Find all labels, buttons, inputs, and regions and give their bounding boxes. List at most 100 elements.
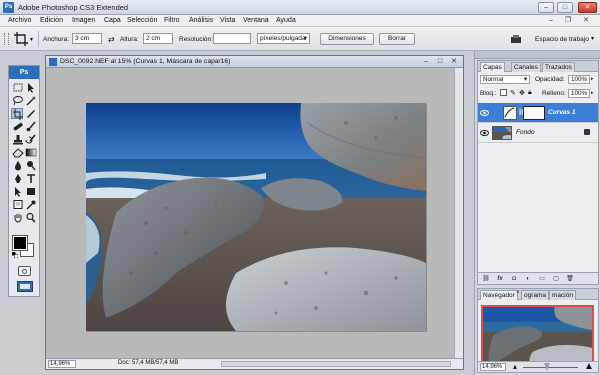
eyedropper-tool-icon[interactable]: [25, 199, 37, 210]
doc-window-close-button[interactable]: ✕: [449, 57, 459, 66]
add-mask-icon[interactable]: ◘: [510, 275, 518, 283]
menu-archivo[interactable]: Archivo: [8, 17, 31, 24]
link-layers-icon[interactable]: ⛓︎: [482, 275, 490, 283]
resolution-input[interactable]: [213, 33, 251, 44]
menu-edicion[interactable]: Edición: [40, 17, 63, 24]
move-tool-icon[interactable]: [25, 82, 37, 93]
zoom-out-icon[interactable]: ▴: [513, 362, 517, 371]
adjustment-layer-icon[interactable]: ◐: [524, 275, 532, 283]
menu-filtro[interactable]: Filtro: [164, 17, 180, 24]
fill-input[interactable]: 100%: [568, 89, 590, 98]
close-tab-icon[interactable]: ×: [516, 290, 520, 296]
dock-header[interactable]: [475, 51, 600, 59]
eraser-tool-icon[interactable]: [12, 147, 24, 158]
blend-mode-select[interactable]: Normal ▾: [480, 75, 530, 84]
foreground-color-swatch[interactable]: [12, 235, 28, 251]
document-zoom-field[interactable]: 14,96%: [48, 360, 76, 368]
tab-navegador[interactable]: Navegador: [480, 290, 518, 300]
lasso-tool-icon[interactable]: [12, 95, 24, 106]
minimize-window-button[interactable]: –: [538, 2, 554, 13]
new-group-icon[interactable]: ▭: [538, 275, 546, 283]
chevron-down-icon[interactable]: ▾: [30, 36, 33, 43]
layer-name[interactable]: Fondo: [516, 129, 534, 136]
slice-tool-icon[interactable]: [25, 108, 37, 119]
vertical-scrollbar[interactable]: [454, 68, 463, 358]
screen-mode-icon[interactable]: [17, 281, 33, 292]
menu-imagen[interactable]: Imagen: [72, 17, 95, 24]
document-image[interactable]: [86, 103, 426, 331]
opacity-input[interactable]: 100%: [568, 75, 590, 84]
marquee-tool-icon[interactable]: [12, 82, 24, 93]
navigator-preview[interactable]: [481, 305, 594, 365]
brush-tool-icon[interactable]: [25, 121, 37, 132]
layer-name[interactable]: Curvas 1: [548, 109, 575, 116]
workspace-label[interactable]: Espacio de trabajo: [535, 36, 589, 43]
history-brush-tool-icon[interactable]: [25, 134, 37, 145]
workspace-icon[interactable]: [510, 34, 522, 44]
tab-histograma[interactable]: ograma: [521, 290, 550, 300]
document-info[interactable]: Doc: 57,4 MB/57,4 MB: [118, 360, 178, 366]
chevron-right-icon[interactable]: ▸: [591, 76, 594, 82]
hand-tool-icon[interactable]: [12, 212, 24, 223]
doc-window-maximize-button[interactable]: □: [435, 57, 445, 66]
default-colors-icon[interactable]: [12, 252, 19, 259]
path-selection-tool-icon[interactable]: [12, 186, 24, 197]
chevron-down-icon[interactable]: ▾: [591, 35, 594, 42]
zoom-tool-icon[interactable]: [25, 212, 37, 223]
healing-brush-tool-icon[interactable]: [12, 121, 24, 132]
menu-ayuda[interactable]: Ayuda: [276, 17, 296, 24]
lock-position-icon[interactable]: ✥: [519, 89, 525, 97]
magic-wand-tool-icon[interactable]: [25, 95, 37, 106]
quick-mask-icon[interactable]: [18, 266, 31, 276]
layer-mask-thumbnail[interactable]: [523, 106, 545, 120]
document-title-bar[interactable]: DSC_0092.NEF al 15% (Curvas 1, Máscara d…: [46, 56, 463, 68]
lock-all-icon[interactable]: 🔒︎: [528, 89, 532, 97]
doc-minimize-button[interactable]: –: [545, 16, 557, 26]
crop-tool-preset-icon[interactable]: [14, 32, 28, 46]
tab-informacion[interactable]: mación: [549, 290, 576, 300]
eye-icon[interactable]: [480, 129, 489, 137]
doc-close-button[interactable]: ✕: [580, 16, 592, 26]
horizontal-scrollbar[interactable]: [221, 361, 451, 367]
dodge-tool-icon[interactable]: [25, 160, 37, 171]
notes-tool-icon[interactable]: [12, 199, 24, 210]
rectangle-tool-icon[interactable]: [25, 186, 37, 197]
crop-tool-icon[interactable]: [11, 108, 23, 120]
tab-trazados[interactable]: Trazados: [542, 62, 575, 72]
canvas-area[interactable]: [46, 68, 454, 358]
pen-tool-icon[interactable]: [12, 173, 24, 184]
doc-window-minimize-button[interactable]: –: [421, 57, 431, 66]
lock-image-icon[interactable]: ✎: [510, 89, 516, 97]
layer-style-icon[interactable]: fx: [496, 275, 504, 283]
swap-dimensions-icon[interactable]: ⇄: [108, 35, 115, 44]
menu-capa[interactable]: Capa: [104, 17, 121, 24]
clone-stamp-tool-icon[interactable]: [12, 134, 24, 145]
close-window-button[interactable]: ✕: [578, 2, 597, 13]
menu-ventana[interactable]: Ventana: [243, 17, 269, 24]
maximize-window-button[interactable]: □: [557, 2, 573, 13]
tab-canales[interactable]: Canales: [511, 62, 541, 72]
eye-icon[interactable]: [480, 109, 489, 117]
layer-row-curvas[interactable]: ⛓︎ Curvas 1: [478, 103, 598, 123]
tab-capas[interactable]: Capas: [480, 62, 505, 72]
clear-button[interactable]: Borrar: [379, 33, 415, 45]
chevron-right-icon[interactable]: ▸: [591, 90, 594, 96]
zoom-in-icon[interactable]: ▲: [584, 361, 594, 372]
zoom-slider[interactable]: [523, 367, 578, 368]
layer-row-fondo[interactable]: Fondo: [478, 123, 598, 143]
new-layer-icon[interactable]: ▢: [552, 275, 560, 283]
resolution-unit-select[interactable]: píxeles/pulgada ▾: [257, 33, 310, 44]
menu-vista[interactable]: Vista: [220, 17, 235, 24]
type-tool-icon[interactable]: [25, 173, 37, 184]
lock-transparent-icon[interactable]: [500, 89, 507, 96]
trash-icon[interactable]: 🗑︎: [566, 275, 574, 283]
gradient-tool-icon[interactable]: [25, 147, 37, 158]
navigator-zoom-field[interactable]: 14,96%: [480, 363, 506, 371]
doc-restore-button[interactable]: ❐: [562, 16, 574, 26]
dimensions-button[interactable]: Dimensiones: [320, 33, 374, 45]
blur-tool-icon[interactable]: [12, 160, 24, 171]
width-input[interactable]: 3 cm: [72, 33, 102, 44]
menu-analisis[interactable]: Análisis: [189, 17, 213, 24]
menu-seleccion[interactable]: Selección: [127, 17, 157, 24]
height-input[interactable]: 2 cm: [143, 33, 173, 44]
